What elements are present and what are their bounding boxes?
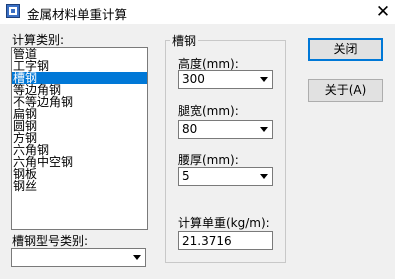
dropdown-arrow-icon[interactable] xyxy=(255,121,272,138)
model-type-label: 槽钢型号类别: xyxy=(12,234,89,248)
leg-width-value: 80 xyxy=(182,122,198,136)
title-bar: 金属材料单重计算 ✕ xyxy=(0,0,395,24)
unit-weight-value: 21.3716 xyxy=(182,234,232,248)
groupbox-title: 槽钢 xyxy=(170,32,199,49)
leg-width-select[interactable]: 80 xyxy=(178,120,273,139)
dropdown-arrow-icon[interactable] xyxy=(255,71,272,88)
waist-thickness-value: 5 xyxy=(182,169,190,183)
app-icon xyxy=(6,4,20,18)
category-listbox[interactable]: 管道 工字钢 槽钢 等边角钢 不等边角钢 扁钢 圆钢 方钢 六角钢 六角中空钢 钢板 钢丝 xyxy=(11,47,148,230)
app-window: 金属材料单重计算 ✕ 计算类别: 管道 工字钢 槽钢 等边角钢 不等边角钢 扁钢 圆钢 方钢六… xyxy=(0,0,395,279)
about-button[interactable]: 关于(A) xyxy=(308,79,383,102)
unit-weight-field[interactable]: 21.3716 xyxy=(178,231,273,250)
height-select[interactable]: 300 xyxy=(178,70,273,89)
close-button[interactable]: 关闭 xyxy=(308,38,383,61)
list-item-11[interactable]: 钢丝 xyxy=(12,180,147,192)
unit-weight-label: 计算单重(kg/m): xyxy=(178,216,270,230)
window-title: 金属材料单重计算 xyxy=(27,7,128,22)
waist-thickness-label: 腰厚(mm): xyxy=(178,153,239,167)
model-type-select[interactable] xyxy=(11,248,146,267)
height-value: 300 xyxy=(182,72,205,86)
close-icon[interactable]: ✕ xyxy=(372,1,394,23)
dropdown-arrow-icon[interactable] xyxy=(255,168,272,185)
category-label: 计算类别: xyxy=(12,33,65,47)
waist-thickness-select[interactable]: 5 xyxy=(178,167,273,186)
leg-width-label: 腿宽(mm): xyxy=(178,104,239,118)
dropdown-arrow-icon[interactable] xyxy=(128,249,145,266)
